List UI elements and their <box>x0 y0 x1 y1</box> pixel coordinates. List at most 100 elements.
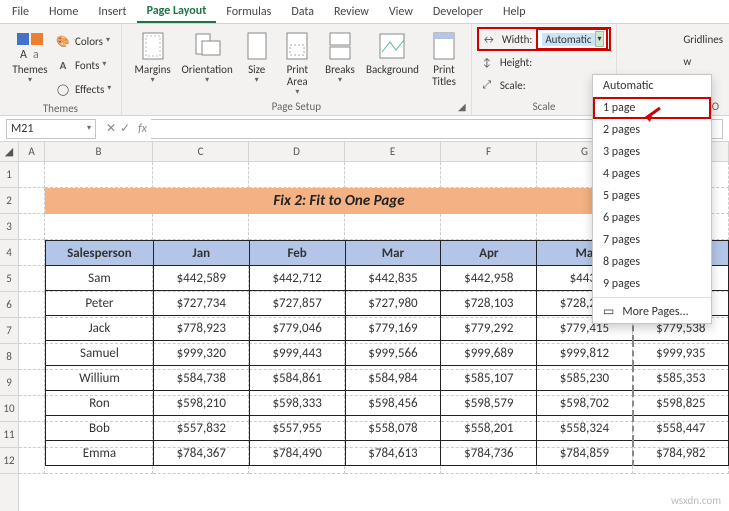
enter-icon[interactable]: ✓ <box>120 121 130 136</box>
tab-formulas[interactable]: Formulas <box>216 1 281 22</box>
cell[interactable]: Emma <box>46 441 154 466</box>
cell[interactable]: $784,982 <box>633 441 729 466</box>
cell[interactable]: $999,443 <box>249 341 345 366</box>
cell[interactable]: $442,712 <box>249 266 345 291</box>
cell[interactable]: $727,980 <box>345 291 441 316</box>
cell[interactable]: $598,210 <box>153 391 249 416</box>
cell[interactable]: $442,958 <box>441 266 537 291</box>
dd-item-more-pages[interactable]: ▭ More Pages... <box>593 300 711 323</box>
sheet-title-band[interactable]: Fix 2: Fit to One Page <box>45 188 633 214</box>
cell[interactable]: $442,589 <box>153 266 249 291</box>
cell[interactable]: $584,861 <box>249 366 345 391</box>
cell[interactable]: $778,923 <box>153 316 249 341</box>
row-header[interactable]: 7 <box>0 318 18 344</box>
row-header[interactable]: 11 <box>0 422 18 448</box>
cell[interactable]: $557,832 <box>153 416 249 441</box>
row-header[interactable]: 12 <box>0 448 18 474</box>
cell[interactable]: $728,103 <box>441 291 537 316</box>
th-apr[interactable]: Apr <box>441 241 537 266</box>
cell[interactable]: $598,333 <box>249 391 345 416</box>
cell[interactable]: $558,324 <box>537 416 633 441</box>
dd-item-9-pages[interactable]: 9 pages <box>593 273 711 295</box>
cell[interactable]: $598,702 <box>537 391 633 416</box>
gridlines-view-row[interactable]: w <box>683 50 691 72</box>
themes-button[interactable]: Aa Themes ▾ <box>6 28 54 85</box>
dd-item-automatic[interactable]: Automatic <box>593 75 711 97</box>
column-header[interactable]: E <box>345 142 441 161</box>
cell[interactable]: $585,107 <box>441 366 537 391</box>
cell[interactable]: $784,490 <box>249 441 345 466</box>
dd-item-4-pages[interactable]: 4 pages <box>593 163 711 185</box>
select-all-corner[interactable]: ◢ <box>0 142 18 162</box>
th-jan[interactable]: Jan <box>153 241 249 266</box>
th-salesperson[interactable]: Salesperson <box>46 241 154 266</box>
tab-help[interactable]: Help <box>493 1 536 22</box>
cell[interactable]: $779,292 <box>441 316 537 341</box>
cell[interactable]: $999,689 <box>441 341 537 366</box>
cell[interactable]: $784,859 <box>537 441 633 466</box>
cell[interactable]: $779,169 <box>345 316 441 341</box>
background-button[interactable]: Background <box>362 28 423 76</box>
row-header[interactable]: 9 <box>0 370 18 396</box>
size-button[interactable]: Size ▾ <box>237 28 277 85</box>
th-mar[interactable]: Mar <box>345 241 441 266</box>
tab-insert[interactable]: Insert <box>88 1 136 22</box>
cell[interactable]: $784,613 <box>345 441 441 466</box>
cell[interactable]: $727,734 <box>153 291 249 316</box>
cancel-icon[interactable]: ✕ <box>106 121 116 136</box>
cell[interactable]: Willium <box>46 366 154 391</box>
cell[interactable]: $558,201 <box>441 416 537 441</box>
dd-item-6-pages[interactable]: 6 pages <box>593 207 711 229</box>
print-titles-button[interactable]: Print Titles <box>423 28 465 88</box>
orientation-button[interactable]: Orientation ▾ <box>177 28 236 85</box>
dd-item-3-pages[interactable]: 3 pages <box>593 141 711 163</box>
cell[interactable]: $999,935 <box>633 341 729 366</box>
cell[interactable]: $598,825 <box>633 391 729 416</box>
name-box[interactable]: M21 ▾ <box>6 119 96 139</box>
cell[interactable]: Sam <box>46 266 154 291</box>
print-area-button[interactable]: Print Area ▾ <box>277 28 319 97</box>
cell[interactable]: $727,857 <box>249 291 345 316</box>
cell[interactable]: $784,367 <box>153 441 249 466</box>
row-header[interactable]: 4 <box>0 240 18 266</box>
dd-item-8-pages[interactable]: 8 pages <box>593 251 711 273</box>
fx-icon[interactable]: fx <box>134 122 151 136</box>
cell[interactable]: $779,046 <box>249 316 345 341</box>
cell[interactable]: $558,078 <box>345 416 441 441</box>
column-header[interactable]: B <box>45 142 153 161</box>
chevron-down-icon[interactable]: ▾ <box>87 123 91 133</box>
tab-review[interactable]: Review <box>324 1 379 22</box>
cell[interactable]: Peter <box>46 291 154 316</box>
tab-home[interactable]: Home <box>39 1 88 22</box>
cell[interactable]: $999,566 <box>345 341 441 366</box>
row-header[interactable]: 8 <box>0 344 18 370</box>
chevron-down-icon[interactable]: ▾ <box>595 31 605 47</box>
width-dropdown[interactable]: Automatic ▾ <box>536 28 608 50</box>
tab-developer[interactable]: Developer <box>423 1 493 22</box>
cell[interactable]: $598,456 <box>345 391 441 416</box>
cell[interactable]: $585,230 <box>537 366 633 391</box>
row-header[interactable]: 3 <box>0 214 18 240</box>
cell[interactable]: Bob <box>46 416 154 441</box>
page-setup-launcher[interactable]: ◢ <box>455 99 469 113</box>
cell[interactable]: $584,738 <box>153 366 249 391</box>
cell[interactable]: $784,736 <box>441 441 537 466</box>
fonts-button[interactable]: A Fonts ▾ <box>54 54 111 76</box>
row-header[interactable]: 5 <box>0 266 18 292</box>
tab-data[interactable]: Data <box>281 1 324 22</box>
row-header[interactable]: 1 <box>0 162 18 188</box>
cell[interactable]: Jack <box>46 316 154 341</box>
cell[interactable]: $584,984 <box>345 366 441 391</box>
cell[interactable]: $999,320 <box>153 341 249 366</box>
row-header[interactable]: 10 <box>0 396 18 422</box>
cell[interactable]: $999,812 <box>537 341 633 366</box>
colors-button[interactable]: 🎨 Colors ▾ <box>54 30 111 52</box>
margins-button[interactable]: Margins ▾ <box>128 28 178 85</box>
cell[interactable]: $442,835 <box>345 266 441 291</box>
tab-page-layout[interactable]: Page Layout <box>137 0 217 23</box>
th-feb[interactable]: Feb <box>249 241 345 266</box>
dd-item-5-pages[interactable]: 5 pages <box>593 185 711 207</box>
cell[interactable]: $598,579 <box>441 391 537 416</box>
tab-view[interactable]: View <box>379 1 423 22</box>
column-header[interactable]: D <box>249 142 345 161</box>
